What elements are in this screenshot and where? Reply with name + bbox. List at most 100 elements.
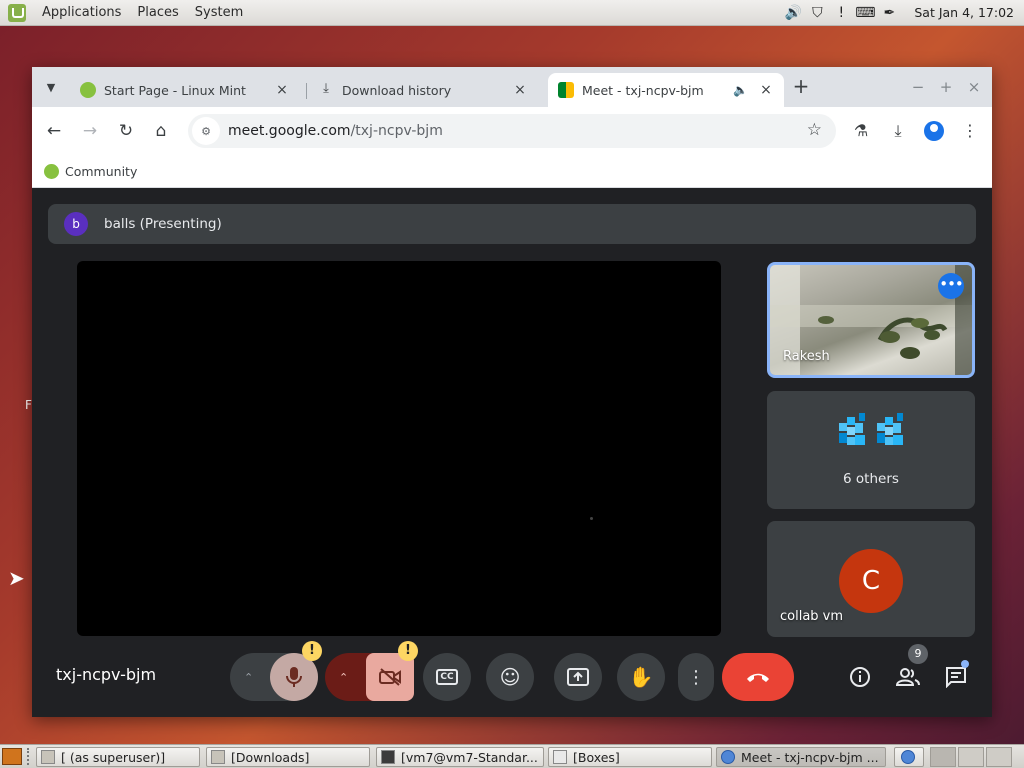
participant-avatar: C [839, 549, 903, 613]
bookmark-star-icon[interactable]: ☆ [807, 120, 822, 140]
desktop-side-letter: F [25, 398, 32, 412]
tab-title: Meet - txj-ncpv-bjm [582, 82, 704, 98]
close-icon[interactable]: × [758, 82, 774, 98]
boxes-icon [553, 750, 567, 764]
taskbar-item-superuser[interactable]: [ (as superuser)] [36, 747, 200, 767]
address-bar[interactable]: ⚙ meet.google.com/txj-ncpv-bjm ☆ [188, 114, 836, 148]
raise-hand-button[interactable]: ✋ [617, 653, 665, 701]
taskbar: [ (as superuser)] [Downloads] [vm7@vm7-S… [0, 744, 1024, 768]
browser-menu-icon[interactable]: ⋮ [958, 119, 982, 143]
keyboard-icon[interactable]: ⌨ [855, 4, 875, 22]
emoji-icon: ☺ [499, 665, 521, 689]
participant-tile-rakesh[interactable]: ••• Rakesh [767, 262, 975, 378]
window-icon [41, 750, 55, 764]
maximize-icon[interactable]: + [936, 77, 956, 97]
new-tab-button[interactable]: + [790, 76, 812, 98]
microphone-button[interactable]: ! [270, 641, 322, 701]
present-screen-button[interactable] [554, 653, 602, 701]
google-meet-favicon-icon [558, 82, 574, 98]
show-desktop-icon[interactable] [2, 748, 22, 765]
close-icon[interactable]: × [512, 82, 528, 98]
browser-window: ▼ Start Page - Linux Mint × ⤓ Download h… [32, 67, 992, 717]
meeting-code: txj-ncpv-bjm [56, 665, 157, 684]
back-icon[interactable]: ← [42, 119, 66, 143]
tab-meet[interactable]: Meet - txj-ncpv-bjm 🔈 × [548, 73, 784, 107]
camera-button[interactable]: ! [366, 641, 418, 701]
chat-icon [946, 667, 966, 688]
tab-separator [306, 83, 307, 99]
more-vert-icon: ⋮ [687, 666, 705, 688]
others-count-label: 6 others [843, 471, 899, 487]
site-settings-icon[interactable]: ⚙ [192, 117, 220, 145]
participant-count-badge: 9 [908, 644, 928, 664]
taskbar-chrome-launcher[interactable] [894, 747, 924, 767]
chat-notification-dot [961, 660, 969, 668]
pen-icon[interactable]: ✒ [880, 4, 898, 22]
emoji-reactions-button[interactable]: ☺ [486, 653, 534, 701]
tab-start-page[interactable]: Start Page - Linux Mint × [70, 73, 300, 107]
window-close-icon[interactable]: × [964, 77, 984, 97]
minimize-icon[interactable]: − [908, 77, 928, 97]
taskbar-item-terminal[interactable]: [vm7@vm7-Standar... [376, 747, 544, 767]
meeting-details-button[interactable] [848, 665, 872, 689]
linux-mint-favicon-icon [44, 163, 59, 179]
mouse-cursor-icon: ➤ [8, 566, 25, 590]
taskbar-item-downloads[interactable]: [Downloads] [206, 747, 370, 767]
volume-icon[interactable]: 🔊 [784, 4, 802, 22]
meet-page: b balls (Presenting) ••• Rakesh 6 others… [32, 188, 992, 717]
url-text[interactable]: meet.google.com/txj-ncpv-bjm [228, 123, 443, 139]
microphone-icon [286, 667, 302, 687]
clock[interactable]: Sat Jan 4, 17:02 [914, 5, 1014, 20]
url-path: /txj-ncpv-bjm [350, 123, 443, 139]
participant-name: collab vm [780, 609, 844, 624]
more-options-icon[interactable]: ••• [938, 273, 964, 299]
closed-captions-icon: CC [436, 669, 458, 685]
bookmark-label: Community [65, 163, 138, 179]
mint-menu-icon[interactable] [8, 3, 26, 22]
shield-icon[interactable]: ⛉ [808, 4, 826, 22]
tab-download-history[interactable]: ⤓ Download history × [308, 73, 538, 107]
participant-tile-others[interactable]: 6 others [767, 391, 975, 509]
taskbar-grip[interactable] [27, 748, 31, 765]
people-button[interactable] [896, 665, 920, 689]
leave-call-button[interactable] [722, 653, 794, 701]
terminal-icon [381, 750, 395, 764]
workspace-3[interactable] [986, 747, 1012, 767]
more-options-button[interactable]: ⋮ [678, 653, 714, 701]
audio-playing-icon[interactable]: 🔈 [733, 83, 748, 97]
mic-warning-badge: ! [302, 641, 322, 661]
profile-avatar-icon[interactable] [922, 119, 946, 143]
places-menu[interactable]: Places [129, 5, 186, 20]
tab-search-button[interactable]: ▼ [40, 76, 62, 98]
update-warning-icon[interactable]: ! [832, 4, 850, 22]
forward-icon[interactable]: → [78, 119, 102, 143]
downloads-icon[interactable]: ⤓ [886, 119, 910, 143]
presentation-stage[interactable] [77, 261, 721, 636]
captions-button[interactable]: CC [423, 653, 471, 701]
url-host: meet.google.com [228, 123, 351, 139]
taskbar-item-label: [Downloads] [231, 749, 310, 765]
reload-icon[interactable]: ↻ [114, 119, 138, 143]
taskbar-item-meet[interactable]: Meet - txj-ncpv-bjm ... [716, 747, 886, 767]
applications-menu[interactable]: Applications [34, 5, 129, 20]
taskbar-item-boxes[interactable]: [Boxes] [548, 747, 712, 767]
close-icon[interactable]: × [274, 82, 290, 98]
taskbar-item-label: [ (as superuser)] [61, 749, 166, 765]
home-icon[interactable]: ⌂ [149, 119, 173, 143]
labs-flask-icon[interactable]: ⚗ [849, 119, 873, 143]
taskbar-item-label: Meet - txj-ncpv-bjm ... [741, 749, 879, 765]
workspace-1[interactable] [930, 747, 956, 767]
present-screen-icon [567, 668, 589, 686]
workspace-2[interactable] [958, 747, 984, 767]
bookmark-community[interactable]: Community [44, 163, 138, 179]
participant-tile-collab-vm[interactable]: C collab vm [767, 521, 975, 637]
bookmarks-bar: Community [32, 155, 992, 188]
camera-off-icon [379, 668, 401, 686]
folder-icon [211, 750, 225, 764]
chrome-icon [721, 750, 735, 764]
chat-button[interactable] [944, 665, 968, 689]
browser-toolbar: ← → ↻ ⌂ ⚙ meet.google.com/txj-ncpv-bjm ☆… [32, 107, 992, 155]
download-icon: ⤓ [323, 81, 329, 96]
presenter-bar[interactable]: b balls (Presenting) [48, 204, 976, 244]
system-menu[interactable]: System [187, 5, 251, 20]
